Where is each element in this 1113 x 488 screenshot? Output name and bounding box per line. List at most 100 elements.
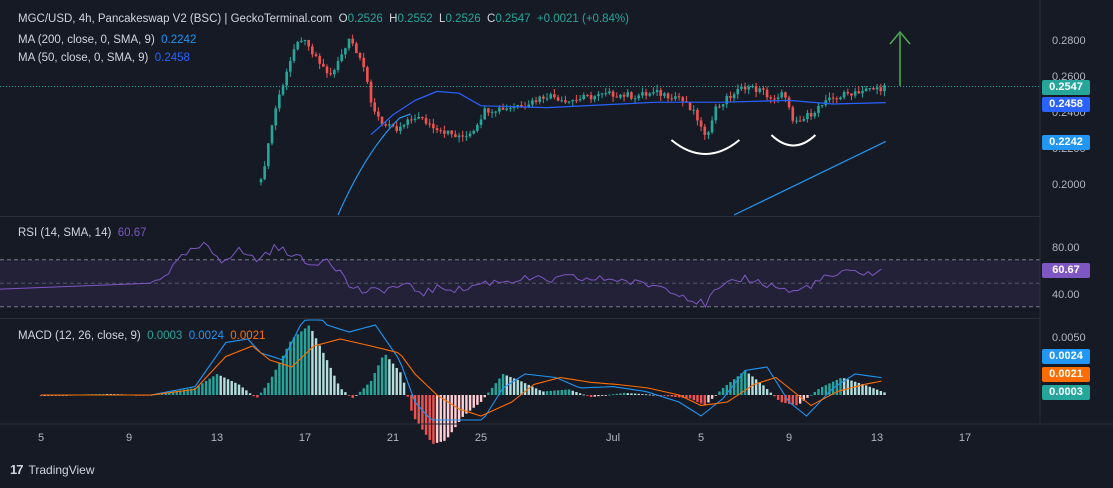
candle-body [505,108,509,110]
candle-body [468,133,472,137]
pane-separator[interactable] [0,216,1040,217]
candle-body [670,98,674,100]
candle-body [311,46,314,55]
candle-body [428,123,432,125]
macd-histogram-bar [219,375,222,395]
ma200-label: MA (200, close, 0, SMA, 9) [18,34,155,46]
macd-histogram-bar [846,379,850,395]
candle-body [637,95,641,99]
candle-body [633,98,637,100]
open-value: 0.2526 [347,13,383,25]
candle-body [611,91,615,97]
signal-badge: 0.0021 [1042,367,1090,382]
candle-body [593,96,597,100]
candle-body [835,98,839,100]
macd-histogram-bar [626,393,629,395]
x-tick: 5 [697,432,705,444]
candle-body [582,94,586,99]
candle-body [538,96,542,102]
macd-histogram-bar [516,379,519,395]
candle-body [703,126,707,135]
candle-body [402,124,406,127]
macd-histogram-bar [281,355,285,395]
macd-histogram-bar [769,392,773,395]
macd-histogram-bar [351,395,354,398]
macd-histogram-bar [670,395,673,397]
candle-body [366,67,369,82]
candle-body [483,108,487,120]
macd-histogram-bar [226,379,230,395]
candle-body [875,87,879,90]
close-value: 0.2547 [495,13,531,25]
macd-histogram-bar [703,395,706,406]
macd-histogram-bar [538,390,541,395]
macd-histogram-bar [714,395,718,396]
macd-histogram-bar [468,395,472,411]
candle-body [813,112,817,117]
candle-body [369,81,373,103]
candle-body [765,89,769,98]
macd-histogram-bar [479,395,483,402]
macd-histogram-bar [248,393,252,395]
candle-body [780,92,784,98]
candle-body [336,60,340,70]
macd-histogram-bar [864,385,868,395]
rsi-legend: RSI (14, SMA, 14) 60.67 [18,227,146,239]
macd-histogram-bar [586,395,589,396]
candle-body [586,94,589,96]
macd-histogram-bar [303,328,307,395]
x-tick: 25 [474,432,488,444]
candle-body [340,54,343,61]
candle-body [362,57,365,68]
macd-histogram-bar [663,395,666,396]
macd-histogram-bar [699,395,703,404]
pane-separator[interactable] [0,318,1040,319]
macd-histogram-bar [230,381,233,395]
macd-histogram-bar [215,374,219,395]
candle-body [721,104,725,107]
candle-body [567,101,571,103]
candle-body [479,119,483,125]
candle-body [762,88,765,90]
candle-body [806,112,809,120]
x-tick: 9 [125,432,133,444]
candle-body [817,106,820,113]
macd-histogram-bar [795,395,798,406]
ma50-value: 0.2458 [154,52,190,64]
candle-body [736,88,740,95]
candle-body [553,94,556,98]
ma200-value: 0.2242 [161,34,197,46]
tradingview-brand-text: TradingView [28,462,95,477]
candle-body [648,93,652,96]
candle-body [267,143,270,167]
macd-histogram-bar [296,334,299,395]
macd-histogram-bar [560,389,563,395]
rsi-tick: 40.00 [1052,289,1080,301]
macd-histogram-bar [758,382,762,395]
macd-histogram-bar [241,387,244,395]
open-label: O [338,13,348,25]
candle-body [435,128,439,131]
candle-body [622,94,626,97]
price-tick: 0.2000 [1052,179,1086,191]
macd-histogram-bar [534,388,538,395]
macd-histogram-bar [487,392,490,395]
candle-body [289,60,292,72]
ma50-label: MA (50, close, 0, SMA, 9) [18,52,149,64]
macd-hist-value: 0.0003 [147,330,183,342]
macd-histogram-bar [369,380,373,395]
tradingview-branding[interactable]: 17 TradingView [10,462,95,477]
candle-body [406,119,409,125]
macd-histogram-bar [490,387,494,395]
macd-histogram-bar [252,395,255,397]
candle-body [696,109,699,121]
macd-histogram-bar [201,383,204,395]
candle-body [560,100,564,102]
last-price-badge: 0.2547 [1042,80,1090,95]
macd-histogram-bar [501,374,505,395]
macd-histogram-bar [857,382,861,395]
macd-histogram-bar [443,395,446,441]
candle-body [784,92,787,98]
candle-body [509,108,512,110]
candle-body [457,135,461,138]
